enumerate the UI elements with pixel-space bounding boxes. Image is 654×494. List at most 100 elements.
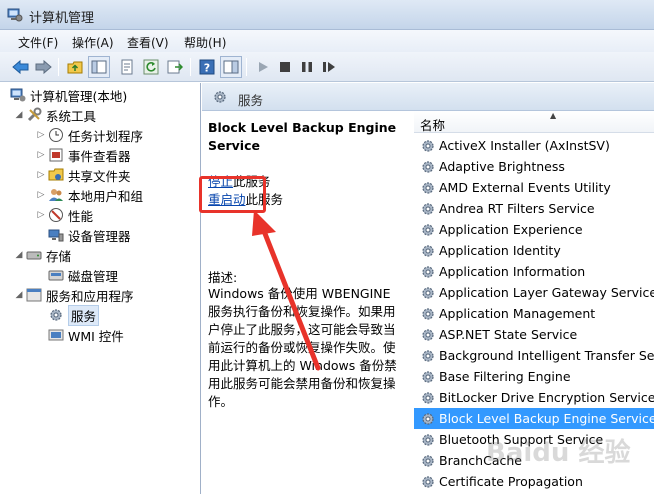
service-name: Application Layer Gateway Service bbox=[439, 285, 654, 300]
menu-action[interactable]: 操作(A) bbox=[72, 34, 114, 51]
gear-icon bbox=[422, 349, 434, 362]
users-icon bbox=[48, 187, 64, 203]
tree-item-services[interactable]: 服务 bbox=[46, 304, 100, 326]
service-row[interactable]: Application Experience bbox=[414, 219, 654, 240]
tree-item-device-manager[interactable]: 设备管理器 bbox=[46, 225, 131, 245]
menu-view[interactable]: 查看(V) bbox=[127, 34, 169, 51]
gear-icon bbox=[422, 307, 434, 320]
gear-icon bbox=[214, 91, 226, 103]
tree-item-performance[interactable]: ▷ 性能 bbox=[36, 205, 93, 225]
service-name: ActiveX Installer (AxInstSV) bbox=[439, 138, 610, 153]
sort-ascending-icon: ▲ bbox=[550, 111, 557, 120]
collapse-icon[interactable]: ◢ bbox=[14, 250, 24, 260]
gear-icon bbox=[48, 307, 64, 323]
gear-icon bbox=[422, 181, 434, 194]
start-service-icon[interactable] bbox=[252, 56, 274, 78]
tree-item-storage[interactable]: ◢ 存储 bbox=[14, 245, 71, 265]
watermark-logo: Baidu 经验 bbox=[486, 438, 631, 468]
show-action-pane-icon[interactable] bbox=[220, 56, 242, 78]
tree-item-system-tools[interactable]: ◢ 系统工具 bbox=[14, 105, 96, 125]
description-text: Windows 备份使用 WBENGINE 服务执行备份和恢复操作。如果用户停止… bbox=[208, 286, 397, 409]
service-row[interactable]: ActiveX Installer (AxInstSV) bbox=[414, 135, 654, 156]
expand-icon[interactable]: ▷ bbox=[36, 190, 46, 200]
collapse-icon[interactable]: ◢ bbox=[14, 290, 24, 300]
tree-item-event-viewer[interactable]: ▷ 事件查看器 bbox=[36, 145, 131, 165]
service-name: BitLocker Drive Encryption Service bbox=[439, 390, 654, 405]
back-arrow-icon[interactable] bbox=[10, 56, 32, 78]
service-row[interactable]: AMD External Events Utility bbox=[414, 177, 654, 198]
tree-item-shared-folders[interactable]: ▷ 共享文件夹 bbox=[36, 165, 131, 185]
description-label: 描述: bbox=[208, 270, 238, 285]
gear-icon bbox=[422, 139, 434, 152]
expand-icon[interactable]: ▷ bbox=[36, 150, 46, 160]
properties-icon[interactable] bbox=[116, 56, 138, 78]
refresh-icon[interactable] bbox=[140, 56, 162, 78]
title-bar: 计算机管理 bbox=[0, 0, 654, 30]
service-row[interactable]: Andrea RT Filters Service bbox=[414, 198, 654, 219]
menu-help[interactable]: 帮助(H) bbox=[184, 34, 226, 51]
menu-bar: 文件(F) 操作(A) 查看(V) 帮助(H) bbox=[0, 30, 654, 52]
show-tree-icon[interactable] bbox=[88, 56, 110, 78]
expand-icon[interactable]: ▷ bbox=[36, 130, 46, 140]
service-row[interactable]: Background Intelligent Transfer Servi bbox=[414, 345, 654, 366]
column-header-name[interactable]: ▲ 名称 bbox=[414, 111, 654, 133]
export-list-icon[interactable] bbox=[164, 56, 186, 78]
forward-arrow-icon[interactable] bbox=[32, 56, 54, 78]
gear-icon bbox=[422, 244, 434, 257]
up-folder-icon[interactable] bbox=[64, 56, 86, 78]
collapse-icon[interactable]: ◢ bbox=[14, 110, 24, 120]
service-row[interactable]: Application Identity bbox=[414, 240, 654, 261]
stop-service-icon[interactable] bbox=[274, 56, 296, 78]
service-row[interactable]: Application Layer Gateway Service bbox=[414, 282, 654, 303]
service-row[interactable]: Application Information bbox=[414, 261, 654, 282]
tree-item-root[interactable]: 计算机管理(本地) bbox=[8, 85, 127, 105]
restart-service-icon[interactable] bbox=[318, 56, 340, 78]
tree-item-local-users[interactable]: ▷ 本地用户和组 bbox=[36, 185, 143, 205]
service-row[interactable]: Adaptive Brightness bbox=[414, 156, 654, 177]
service-row[interactable]: ASP.NET State Service bbox=[414, 324, 654, 345]
service-row[interactable]: Certificate Propagation bbox=[414, 471, 654, 492]
gear-icon bbox=[422, 202, 434, 215]
gear-icon bbox=[422, 286, 434, 299]
service-name: ASP.NET State Service bbox=[439, 327, 578, 342]
gear-icon bbox=[422, 265, 434, 278]
performance-icon bbox=[48, 207, 64, 223]
annotation-highlight-box bbox=[199, 176, 266, 213]
help-icon[interactable]: ? bbox=[196, 56, 218, 78]
computer-icon bbox=[10, 87, 26, 103]
gear-icon bbox=[422, 433, 434, 446]
clock-icon bbox=[48, 127, 64, 143]
services-apps-icon bbox=[26, 287, 42, 303]
tree-item-disk-management[interactable]: 磁盘管理 bbox=[46, 265, 118, 285]
service-description-panel: Block Level Backup Engine Service 停止此服务 … bbox=[202, 111, 412, 494]
service-name: Application Information bbox=[439, 264, 586, 279]
computer-management-icon bbox=[7, 8, 23, 22]
tree-item-task-scheduler[interactable]: ▷ 任务计划程序 bbox=[36, 125, 143, 145]
svg-text:?: ? bbox=[204, 62, 210, 75]
gear-icon bbox=[422, 160, 434, 173]
tree-item-wmi[interactable]: WMI 控件 bbox=[46, 325, 124, 345]
selected-service-title: Block Level Backup Engine Service bbox=[208, 120, 397, 153]
service-row[interactable]: BitLocker Drive Encryption Service bbox=[414, 387, 654, 408]
service-name: Block Level Backup Engine Service bbox=[439, 411, 654, 426]
service-row[interactable]: Base Filtering Engine bbox=[414, 366, 654, 387]
pane-header: 服务 bbox=[202, 83, 654, 111]
pane-title: 服务 bbox=[238, 93, 264, 108]
menu-file[interactable]: 文件(F) bbox=[18, 34, 58, 51]
pause-service-icon[interactable] bbox=[296, 56, 318, 78]
disk-icon bbox=[48, 267, 64, 283]
expand-icon[interactable]: ▷ bbox=[36, 170, 46, 180]
storage-icon bbox=[26, 247, 42, 263]
tree-item-services-apps[interactable]: ◢ 服务和应用程序 bbox=[14, 285, 134, 305]
service-name: Application Experience bbox=[439, 222, 583, 237]
gear-icon bbox=[422, 412, 434, 425]
window-title: 计算机管理 bbox=[29, 11, 95, 26]
gear-icon bbox=[422, 328, 434, 341]
wmi-icon bbox=[48, 327, 64, 343]
service-name: Adaptive Brightness bbox=[439, 159, 565, 174]
service-name: AMD External Events Utility bbox=[439, 180, 611, 195]
gear-icon bbox=[422, 223, 434, 236]
service-row[interactable]: Application Management bbox=[414, 303, 654, 324]
expand-icon[interactable]: ▷ bbox=[36, 210, 46, 220]
service-row[interactable]: Block Level Backup Engine Service bbox=[414, 408, 654, 429]
